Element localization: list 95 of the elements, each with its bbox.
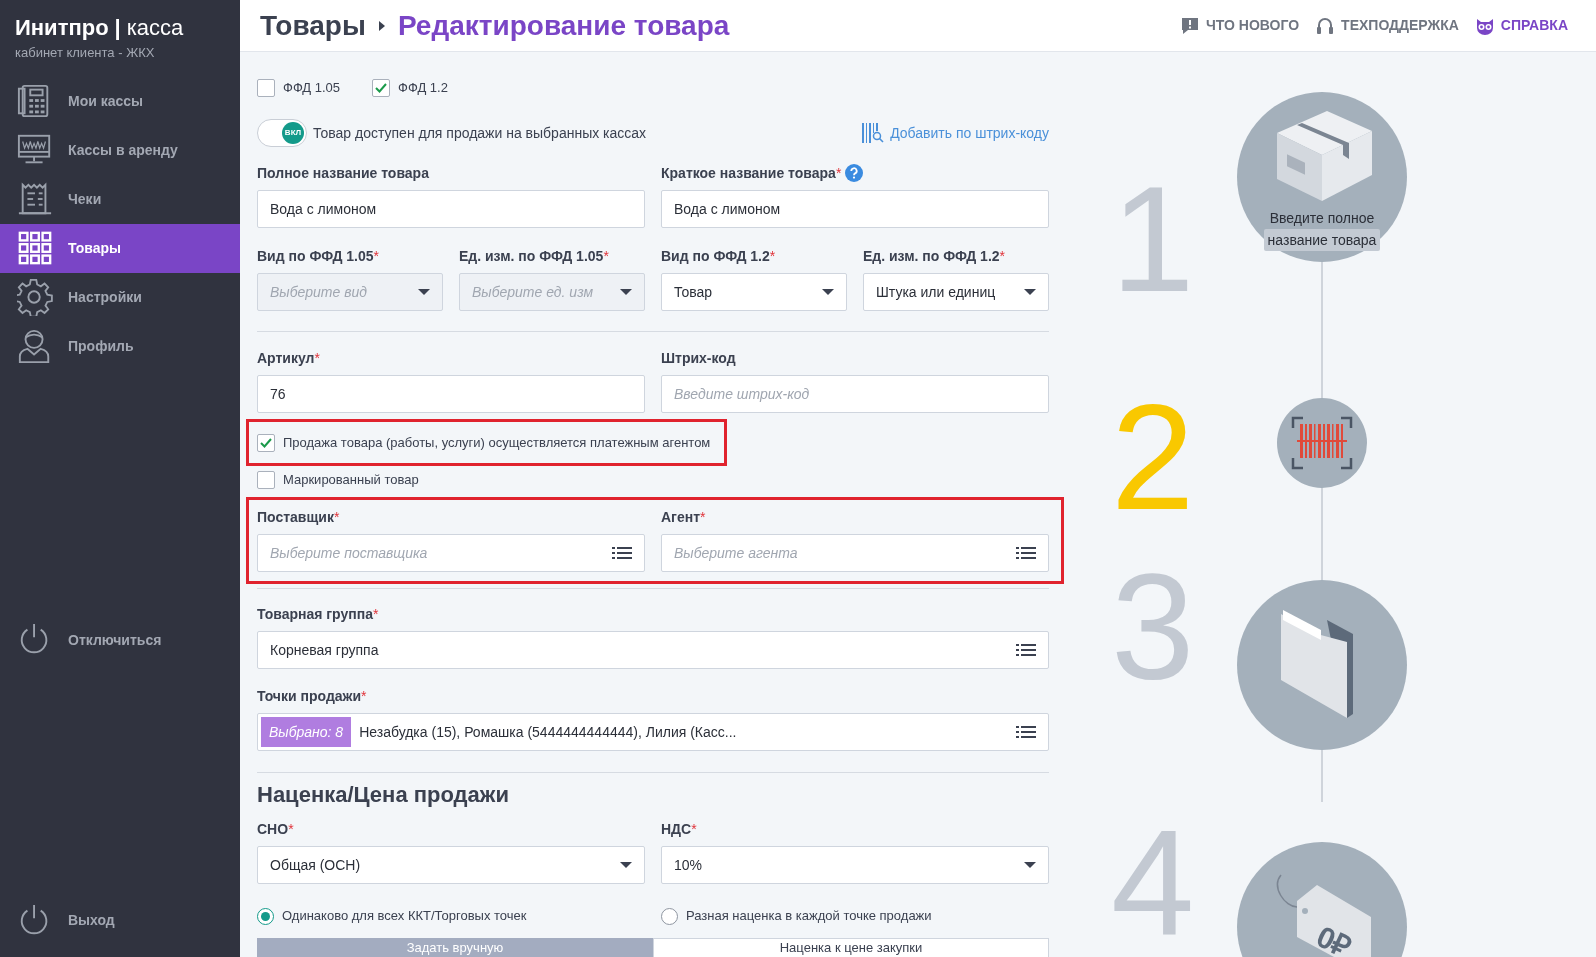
step-number: 2 (1111, 382, 1195, 532)
sidebar-item[interactable]: Выход (0, 896, 240, 945)
checkbox[interactable] (372, 79, 391, 97)
field-label: Штрих-код (661, 348, 736, 368)
header-link[interactable]: ТЕХПОДДЕРЖКА (1315, 15, 1459, 36)
sidebar-item[interactable]: Кассы в аренду (0, 125, 240, 175)
text-field[interactable]: Вода с лимоном (257, 190, 645, 228)
list-icon (1016, 547, 1036, 559)
required-mark: * (361, 687, 367, 706)
field-label: Поставщик (257, 507, 334, 527)
checkbox[interactable] (257, 471, 275, 489)
breadcrumb-link[interactable]: Товары (260, 4, 366, 47)
barcode-link[interactable]: Добавить по штрих-коду (862, 122, 1049, 144)
field-label: Товарная группа (257, 604, 373, 624)
sidebar-item[interactable]: Профиль (0, 321, 240, 371)
brand-subtitle: кабинет клиента - ЖКХ (15, 44, 156, 62)
required-mark: * (835, 164, 842, 183)
picker-field[interactable]: Корневая группа (257, 631, 1049, 669)
brand-product: касса (126, 14, 184, 42)
checkbox[interactable] (257, 79, 275, 97)
grid-icon (17, 229, 53, 267)
required-mark: * (691, 820, 697, 839)
hint-text: название товара (1263, 229, 1381, 251)
headset-icon (1315, 15, 1336, 36)
field-label: НДС (661, 819, 692, 839)
required-mark: * (769, 247, 776, 266)
required-mark: * (372, 605, 379, 624)
price-tag-text: 0₽ (1310, 918, 1358, 957)
checkbox-label: Продажа товара (работы, услуги) осуществляется платежным агентом (283, 433, 711, 452)
hint-text: Введите полное (1268, 209, 1376, 228)
tab[interactable]: Наценка к цене закупки (653, 938, 1049, 957)
dropdown[interactable]: Штука или единиц (863, 273, 1049, 311)
caret-icon (1024, 289, 1036, 295)
required-mark: * (700, 508, 706, 527)
required-mark: * (333, 508, 340, 527)
radio-label: Одинаково для всех ККТ/Торговых точек (282, 907, 527, 926)
field-label: Вид по ФФД 1.2 (661, 246, 770, 266)
checkbox-label: ФФД 1.2 (398, 79, 448, 98)
dropdown[interactable]: 10% (661, 846, 1049, 884)
brand-separator: | (114, 14, 121, 42)
required-mark: * (373, 247, 379, 266)
list-icon (612, 547, 632, 559)
toggle-label: Товар доступен для продажи на выбранных кассах (313, 123, 647, 143)
required-mark: * (999, 247, 1006, 266)
text-field[interactable]: Вода с лимоном (661, 190, 1049, 228)
field-label: Ед. изм. по ФФД 1.05 (459, 246, 604, 266)
field-label: Вид по ФФД 1.05 (257, 246, 374, 266)
required-mark: * (314, 349, 320, 368)
caret-icon (620, 289, 632, 295)
checkbox[interactable] (257, 433, 275, 452)
brand-name: Инитпро (15, 14, 109, 42)
section-heading: Наценка/Цена продажи (257, 781, 510, 809)
field-label: Ед. изм. по ФФД 1.2 (863, 246, 1000, 266)
checkbox-label: Маркированный товар (283, 471, 419, 490)
field-label: Краткое название товара (661, 163, 836, 183)
caret-icon (1024, 862, 1036, 868)
list-icon (1016, 726, 1036, 738)
barcode-search-icon (862, 123, 885, 143)
list-icon (1016, 644, 1036, 656)
sidebar-item[interactable]: Чеки (0, 174, 240, 224)
field-label: Агент (661, 507, 701, 527)
checkmark-icon (375, 83, 388, 93)
chat-icon (1179, 15, 1200, 36)
caret-icon (620, 862, 632, 868)
selection-count-badge: Выбрано: 8 (261, 717, 352, 747)
caret-icon (822, 289, 834, 295)
sidebar-item[interactable]: Мои кассы (0, 76, 240, 126)
checkbox-label: ФФД 1.05 (283, 79, 341, 98)
barcode-icon (1291, 416, 1353, 470)
field-label: СНО (257, 819, 289, 839)
picker-field[interactable]: Выбрано: 8 Незабудка (15), Ромашка (5444444444444), Лилия (Касс... (257, 713, 1049, 751)
required-mark: * (603, 247, 609, 266)
header-link[interactable]: ЧТО НОВОГО (1179, 15, 1300, 36)
header-link[interactable]: СПРАВКА (1474, 15, 1568, 36)
page-title: Редактирование товара (397, 8, 730, 43)
dropdown[interactable]: Общая (ОСН) (257, 846, 645, 884)
chevron-right-icon (377, 20, 386, 31)
sidebar-item[interactable]: Настройки (0, 272, 240, 322)
toggle-switch[interactable]: ВКЛ (257, 119, 307, 147)
radio-button[interactable] (661, 907, 678, 925)
sidebar-item[interactable]: Отключиться (0, 615, 240, 665)
toggle-knob: ВКЛ (282, 122, 304, 144)
radio-button[interactable] (257, 907, 274, 925)
field-label: Полное название товара (257, 163, 429, 183)
field-label: Артикул (257, 348, 315, 368)
dropdown[interactable]: Товар (661, 273, 847, 311)
gear-icon (17, 278, 53, 316)
text-field[interactable]: 76 (257, 375, 645, 413)
sidebar-item[interactable]: Товары (0, 223, 240, 273)
field-label: Точки продажи (257, 686, 362, 706)
caret-icon (418, 289, 430, 295)
required-mark: * (288, 820, 294, 839)
help-icon[interactable] (845, 164, 864, 182)
checkmark-icon (260, 437, 272, 448)
radio-label: Разная наценка в каждой точке продажи (686, 907, 932, 926)
